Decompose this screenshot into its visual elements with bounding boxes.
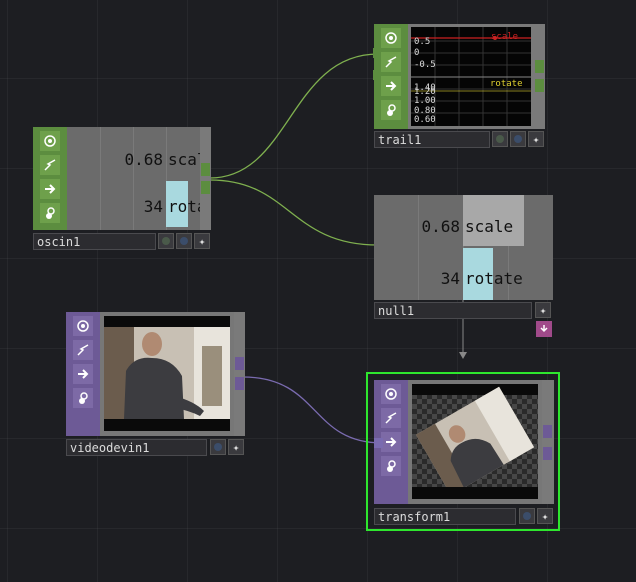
trail1-node[interactable]: scale 0.5 0 -0.5 rotate 1.40 1.20 1.00 0…	[374, 24, 545, 148]
videodevin1-output-2[interactable]	[235, 377, 244, 390]
cook-icon[interactable]	[73, 340, 93, 360]
oscin1-scale-name: scale	[168, 150, 200, 169]
videodevin1-name-label[interactable]: videodevin1	[66, 439, 207, 456]
null1-viewer[interactable]: 0.68 scale 34 rotate	[374, 195, 553, 300]
oscin1-output-2[interactable]	[201, 181, 210, 194]
cook-icon[interactable]	[381, 52, 401, 72]
lock-icon[interactable]	[40, 203, 60, 223]
oscin1-rotate-value: 34	[143, 197, 163, 216]
trail1-rotate-label: rotate	[490, 79, 523, 89]
lock-icon[interactable]	[73, 388, 93, 408]
trail1-rotate-tick-5: 0.60	[414, 115, 436, 125]
transform1-video-image	[412, 384, 538, 499]
transform1-node[interactable]: transform1 ✦	[374, 380, 554, 525]
null1-rotate-name: rotate	[465, 269, 523, 288]
bypass-arrow-icon[interactable]	[40, 179, 60, 199]
viewer-icon[interactable]	[40, 131, 60, 151]
trail1-output-1[interactable]	[535, 60, 544, 73]
wire-null-to-transform-arrow	[459, 352, 467, 359]
oscin1-rotate-name: rotate	[168, 197, 200, 216]
transform1-output-1[interactable]	[543, 425, 552, 438]
bypass-arrow-icon[interactable]	[381, 432, 401, 452]
videodevin1-render-flag[interactable]	[210, 439, 226, 455]
trail1-scale-tick-2: 0	[414, 48, 420, 58]
videodevin1-node[interactable]: videodevin1 ✦	[66, 312, 245, 456]
trail1-render-flag[interactable]	[510, 131, 526, 147]
oscin1-name-label[interactable]: oscin1	[33, 233, 156, 250]
transform1-name-label[interactable]: transform1	[374, 508, 516, 525]
wire-oscin-to-trail[interactable]	[209, 53, 379, 179]
trail1-scale-label: scale	[491, 32, 519, 42]
lock-icon[interactable]	[381, 456, 401, 476]
null1-rotate-value: 34	[440, 269, 460, 288]
lock-icon[interactable]	[381, 100, 401, 120]
videodevin1-output-1[interactable]	[235, 357, 244, 370]
viewer-icon[interactable]	[381, 28, 401, 48]
oscin1-render-flag[interactable]	[176, 233, 192, 249]
videodevin1-viewer-toggle[interactable]: ✦	[228, 439, 244, 455]
wire-video-to-transform[interactable]	[242, 376, 383, 444]
cook-icon[interactable]	[40, 155, 60, 175]
bypass-arrow-icon[interactable]	[381, 76, 401, 96]
bypass-arrow-icon[interactable]	[73, 364, 93, 384]
viewer-icon[interactable]	[73, 316, 93, 336]
null1-node[interactable]: 0.68 scale 34 rotate null1 ✦	[374, 195, 553, 319]
videodevin1-viewer[interactable]	[100, 312, 234, 436]
videodevin1-video-image	[104, 316, 230, 431]
oscin1-scale-value: 0.68	[124, 150, 163, 169]
null1-viewer-toggle[interactable]: ✦	[535, 302, 551, 318]
oscin1-viewer[interactable]: 0.68 scale 34 rotate	[67, 127, 200, 230]
wire-oscin-to-null[interactable]	[209, 179, 379, 246]
null1-export-icon[interactable]	[536, 321, 552, 337]
transform1-output-2[interactable]	[543, 447, 552, 460]
oscin1-viewer-toggle[interactable]: ✦	[194, 233, 210, 249]
trail1-name-label[interactable]: trail1	[374, 131, 490, 148]
trail1-output-2[interactable]	[535, 79, 544, 92]
trail1-scale-tick-1: 0.5	[414, 37, 431, 47]
trail1-input-2[interactable]	[373, 70, 381, 80]
trail1-scale-tick-3: -0.5	[414, 60, 436, 70]
oscin1-display-flag[interactable]	[158, 233, 174, 249]
viewer-icon[interactable]	[381, 384, 401, 404]
cook-icon[interactable]	[381, 408, 401, 428]
trail1-viewer[interactable]: scale 0.5 0 -0.5 rotate 1.40 1.20 1.00 0…	[408, 24, 534, 129]
null1-scale-name: scale	[465, 217, 514, 236]
transform1-viewer[interactable]	[408, 380, 542, 504]
trail1-rotate-tick-3: 1.00	[414, 96, 436, 106]
trail1-display-flag[interactable]	[492, 131, 508, 147]
videodevin1-side-panel	[66, 312, 100, 436]
transform1-viewer-toggle[interactable]: ✦	[537, 508, 553, 524]
trail1-input-1[interactable]	[373, 48, 381, 58]
transform1-render-flag[interactable]	[519, 508, 535, 524]
transform1-input-1[interactable]	[374, 438, 383, 448]
oscin1-side-panel	[33, 127, 67, 230]
trail1-viewer-toggle[interactable]: ✦	[528, 131, 544, 147]
null1-scale-value: 0.68	[421, 217, 460, 236]
oscin1-output-1[interactable]	[201, 163, 210, 176]
network-editor-canvas[interactable]: 0.68 scale 34 rotate oscin1 ✦	[0, 0, 636, 582]
null1-name-label[interactable]: null1	[374, 302, 532, 319]
oscin1-node[interactable]: 0.68 scale 34 rotate oscin1 ✦	[33, 127, 211, 250]
